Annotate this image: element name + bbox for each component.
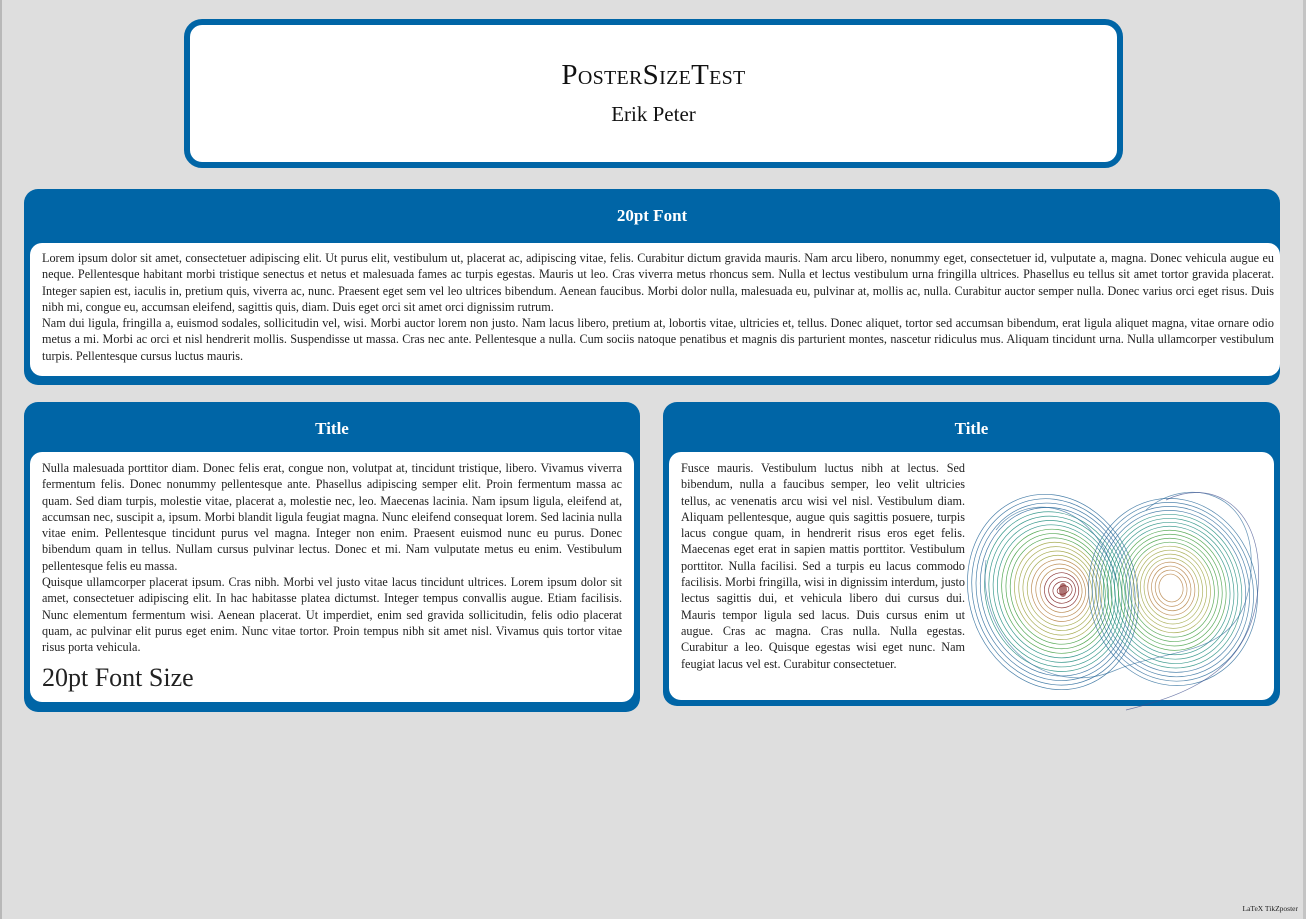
attractor-loop (1154, 569, 1188, 607)
attractor-loop (1136, 549, 1207, 629)
block-20pt-font: 20pt Font Lorem ipsum dolor sit amet, co… (24, 189, 1280, 385)
block-body: Lorem ipsum dolor sit amet, consectetuer… (30, 243, 1280, 376)
block-left-title: Title Nulla malesuada porttitor diam. Do… (24, 402, 640, 712)
paragraph: Fusce mauris. Vestibulum luctus nibh at … (681, 461, 965, 671)
poster-author: Erik Peter (611, 102, 696, 126)
block-title: Title (954, 419, 989, 438)
large-font-sample: 20pt Font Size (42, 662, 194, 692)
attractor-loop (1158, 573, 1184, 603)
attractor-core (1059, 583, 1067, 597)
block-title: 20pt Font (616, 206, 688, 225)
lorenz-attractor-icon (967, 491, 1259, 711)
block-title: Title (315, 419, 349, 438)
attractor-loop (1140, 553, 1204, 625)
footer-credit: LaTeX TikZposter (1242, 904, 1298, 913)
page-edge-left (0, 0, 2, 919)
attractor-loop (1088, 498, 1258, 686)
poster-title-box: PosterSizeTest Erik Peter (184, 19, 1123, 168)
attractor-loop (1110, 521, 1235, 660)
block-body: Nulla malesuada porttitor diam. Donec fe… (30, 452, 634, 702)
poster-title: PosterSizeTest (561, 59, 746, 91)
paragraph: Lorem ipsum dolor sit amet, consectetuer… (42, 251, 1274, 314)
paragraph: Nulla malesuada porttitor diam. Donec fe… (42, 461, 622, 573)
paragraph: Nam dui ligula, fringilla a, euismod sod… (42, 316, 1274, 363)
paragraph: Quisque ullamcorper placerat ipsum. Cras… (42, 575, 622, 655)
